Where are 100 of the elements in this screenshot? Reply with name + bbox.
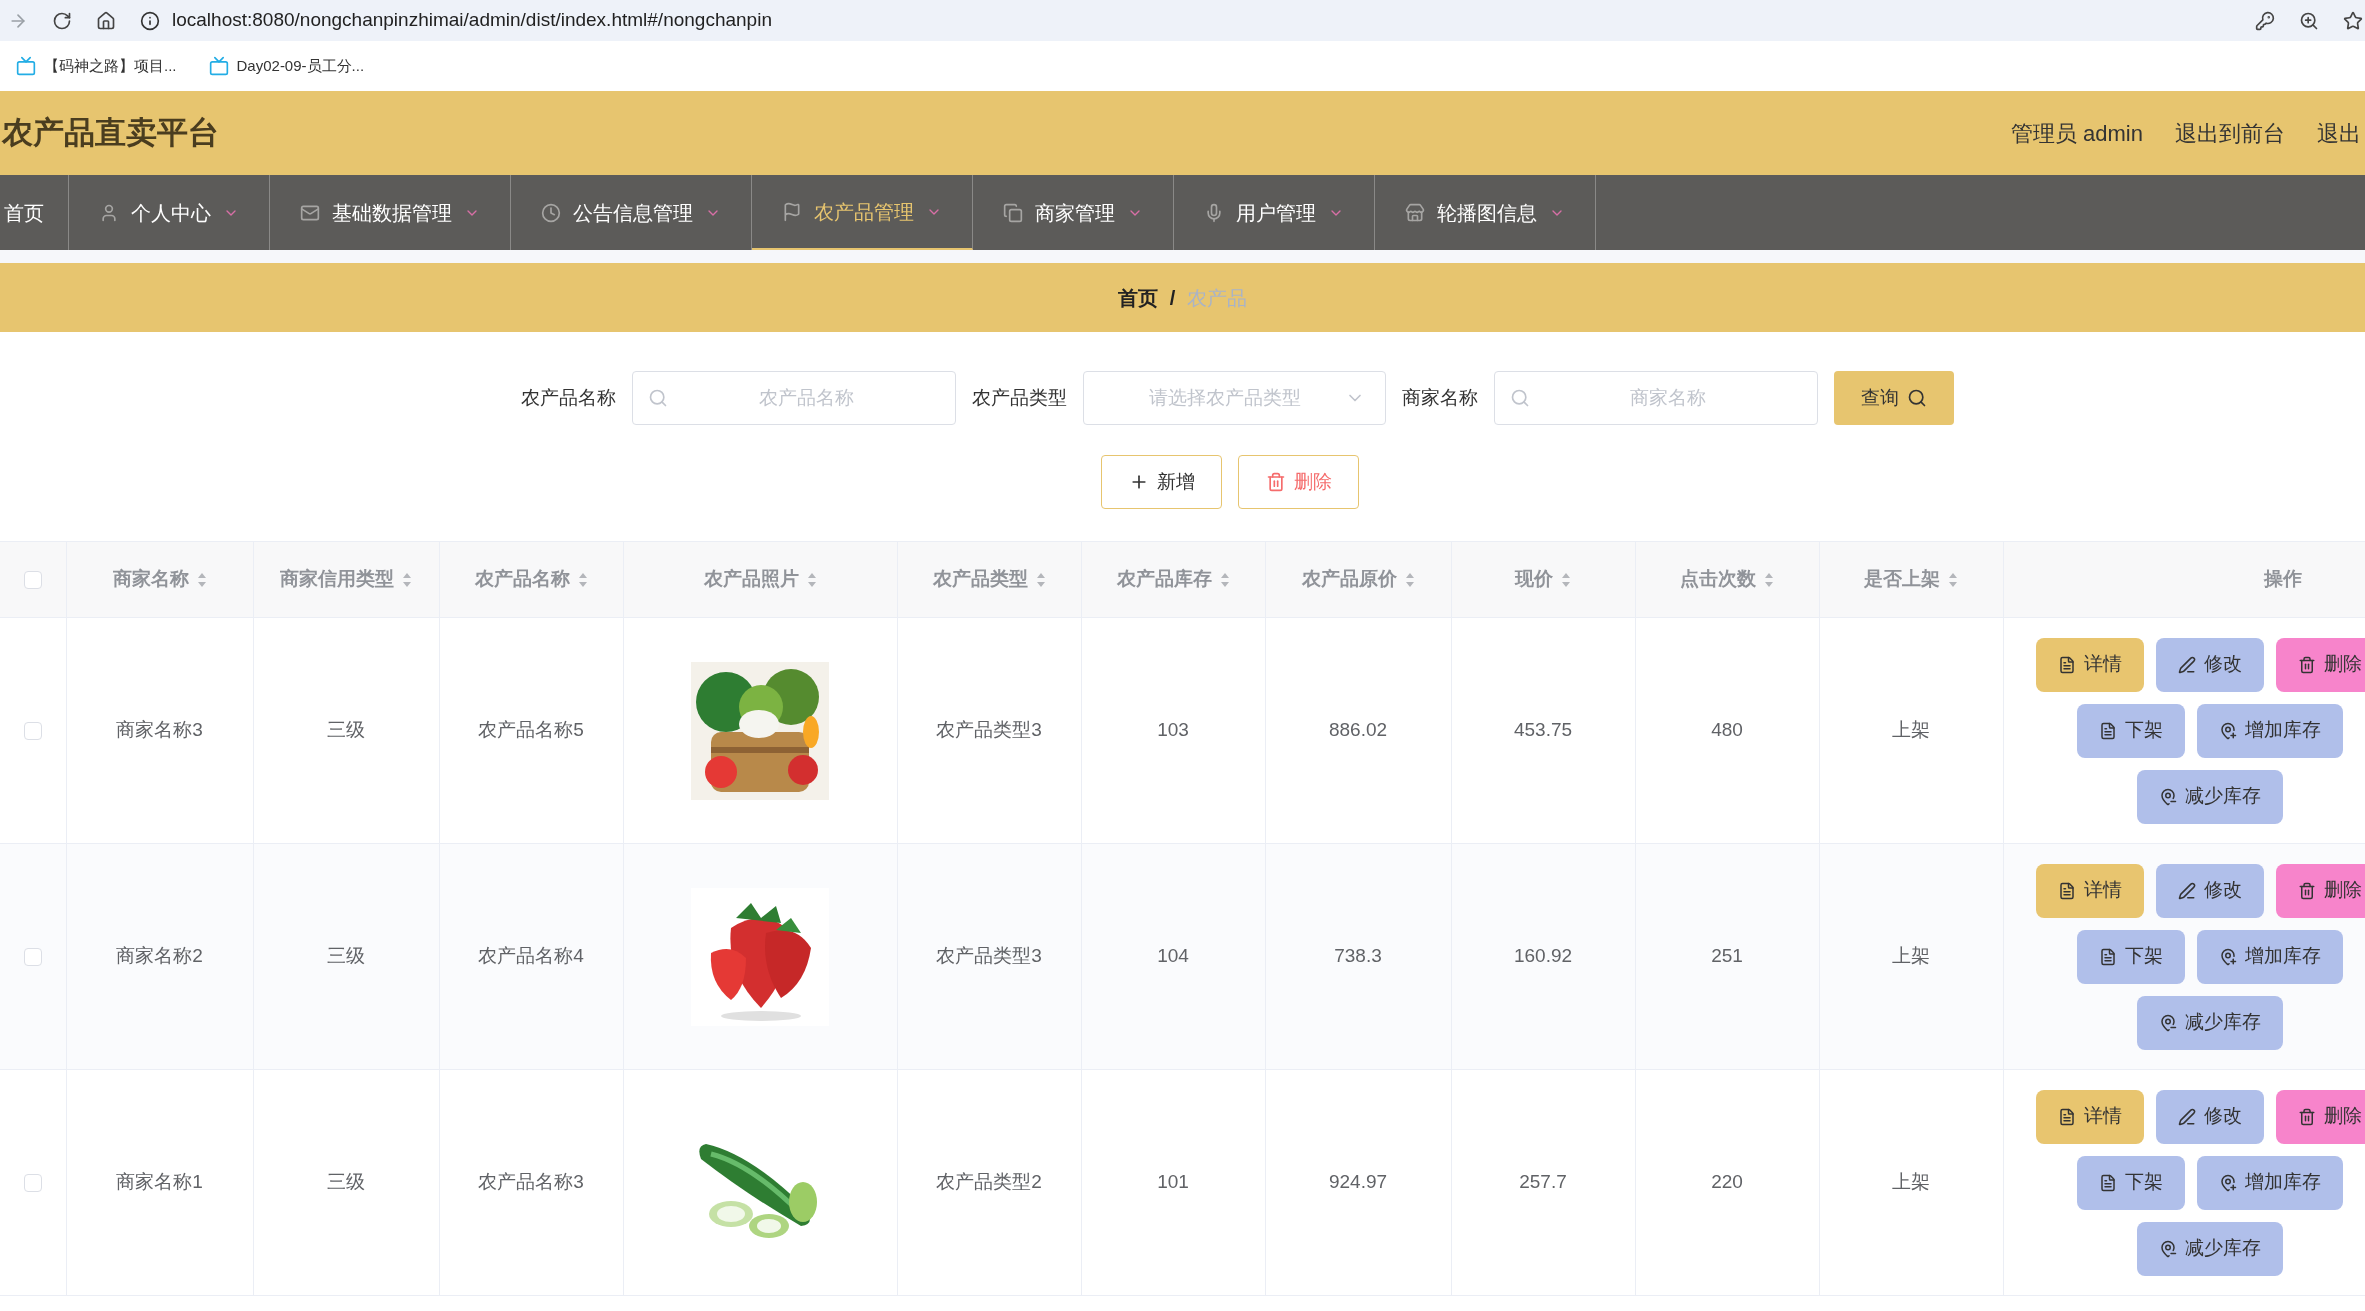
clock-icon [541, 202, 561, 223]
product-type: 农产品类型3 [936, 719, 1042, 741]
row-action-button[interactable]: 减少库存 [2136, 995, 2283, 1050]
sort-icon[interactable] [577, 571, 588, 588]
current-price: 257.7 [1519, 1171, 1567, 1193]
reload-icon[interactable] [52, 10, 72, 31]
microphone-icon [1204, 202, 1224, 223]
breadcrumb-current: 农产品 [1187, 285, 1248, 311]
search-icon [1907, 388, 1927, 408]
tv-icon [16, 56, 36, 76]
column-header: 商家名称 [112, 567, 189, 592]
pencil-icon [2177, 1107, 2196, 1126]
breadcrumb-link[interactable]: 首页 [1117, 282, 1158, 313]
column-header: 农产品类型 [932, 567, 1028, 592]
add-button[interactable]: 新增 [1101, 455, 1222, 509]
current-price: 160.92 [1513, 945, 1573, 967]
click-count: 220 [1711, 1171, 1743, 1193]
info-icon[interactable] [140, 10, 160, 31]
flag-icon [782, 201, 802, 222]
select-all-checkbox[interactable] [23, 571, 42, 590]
row-action-button[interactable]: 修改 [2155, 863, 2264, 918]
sort-icon[interactable] [1948, 571, 1958, 588]
column-header: 现价 [1515, 567, 1553, 592]
tv-icon [208, 56, 229, 76]
pin-plus-icon [2218, 721, 2237, 740]
row-action-button[interactable]: 下架 [2076, 929, 2185, 984]
column-header: 是否上架 [1864, 567, 1940, 592]
stock-count: 103 [1157, 719, 1189, 741]
key-icon[interactable] [2255, 10, 2275, 31]
trash-icon [2297, 881, 2316, 900]
row-checkbox[interactable] [23, 948, 42, 967]
zoom-icon[interactable] [2299, 10, 2319, 31]
store-icon [1405, 202, 1425, 223]
pin-minus-icon [2158, 787, 2177, 806]
product-type: 农产品类型2 [936, 1171, 1042, 1193]
query-button[interactable]: 查询 [1834, 371, 1954, 425]
row-action-button[interactable]: 详情 [2035, 863, 2144, 918]
document-icon [2098, 947, 2117, 966]
row-action-button[interactable]: 增加库存 [2196, 929, 2343, 984]
search-field[interactable]: 商家名称 [1494, 371, 1818, 425]
row-checkbox[interactable] [23, 1174, 42, 1193]
sort-icon[interactable] [1404, 571, 1415, 588]
listing-status: 上架 [1892, 945, 1930, 967]
sort-icon[interactable] [1035, 571, 1046, 588]
sort-icon[interactable] [196, 571, 207, 588]
row-action-button[interactable]: 下架 [2076, 1155, 2185, 1210]
row-action-button[interactable]: 修改 [2155, 637, 2264, 692]
user-icon [99, 202, 119, 223]
search-field[interactable]: 农产品名称 [632, 371, 956, 425]
column-header: 农产品名称 [474, 567, 570, 592]
bookmark-star-icon[interactable] [2343, 10, 2363, 31]
row-action-button[interactable]: 减少库存 [2136, 769, 2283, 824]
document-icon [2098, 721, 2117, 740]
sort-icon[interactable] [1764, 571, 1774, 588]
search-icon [648, 388, 668, 408]
row-action-button[interactable]: 修改 [2155, 1089, 2264, 1144]
stock-count: 101 [1157, 1171, 1189, 1193]
credit-level: 三级 [327, 945, 365, 967]
current-price: 453.75 [1513, 719, 1573, 741]
trash-icon [2297, 1107, 2316, 1126]
product-name: 农产品名称4 [478, 945, 584, 967]
header-link[interactable]: 退出 [2317, 116, 2361, 150]
url-text: localhost:8080/nongchanpinzhimai/admin/dist/index.html#/nongchanpin [172, 8, 772, 33]
sort-icon[interactable] [1561, 571, 1571, 588]
column-header: 操作 [2264, 567, 2302, 592]
credit-level: 三级 [327, 1171, 365, 1193]
merchant-name: 商家名称1 [116, 1171, 203, 1193]
row-action-button[interactable]: 减少库存 [2136, 1221, 2283, 1276]
pencil-icon [2177, 655, 2196, 674]
row-action-button[interactable]: 详情 [2035, 1089, 2144, 1144]
credit-level: 三级 [327, 719, 365, 741]
document-icon [2057, 881, 2076, 900]
field-label: 农产品类型 [972, 385, 1067, 410]
sort-icon[interactable] [1219, 571, 1230, 588]
row-action-button[interactable]: 删除 [2275, 863, 2365, 918]
pin-minus-icon [2158, 1239, 2177, 1258]
row-action-button[interactable]: 下架 [2076, 703, 2185, 758]
sort-icon[interactable] [402, 571, 412, 588]
click-count: 480 [1711, 719, 1743, 741]
product-name: 农产品名称5 [478, 719, 584, 741]
row-action-button[interactable]: 详情 [2035, 637, 2144, 692]
bookmark-link[interactable]: Day02-09-员工分... [236, 54, 365, 78]
pencil-icon [2177, 881, 2196, 900]
row-action-button[interactable]: 删除 [2275, 637, 2365, 692]
trash-icon [1265, 472, 1286, 492]
row-action-button[interactable]: 删除 [2275, 1089, 2365, 1144]
row-checkbox[interactable] [23, 722, 42, 741]
document-icon [2057, 1107, 2076, 1126]
home-icon[interactable] [96, 10, 116, 31]
row-action-button[interactable]: 增加库存 [2196, 703, 2343, 758]
header-link[interactable]: 管理员 admin [2010, 116, 2143, 150]
header-link[interactable]: 退出到前台 [2175, 116, 2285, 150]
column-header: 点击次数 [1680, 567, 1756, 592]
listing-status: 上架 [1892, 719, 1930, 741]
copy-icon [1003, 202, 1023, 223]
search-icon [1510, 388, 1530, 408]
sort-icon[interactable] [806, 571, 817, 588]
document-icon [2057, 655, 2076, 674]
row-action-button[interactable]: 增加库存 [2196, 1155, 2343, 1210]
bookmark-link[interactable]: 【码神之路】项目... [44, 54, 177, 78]
